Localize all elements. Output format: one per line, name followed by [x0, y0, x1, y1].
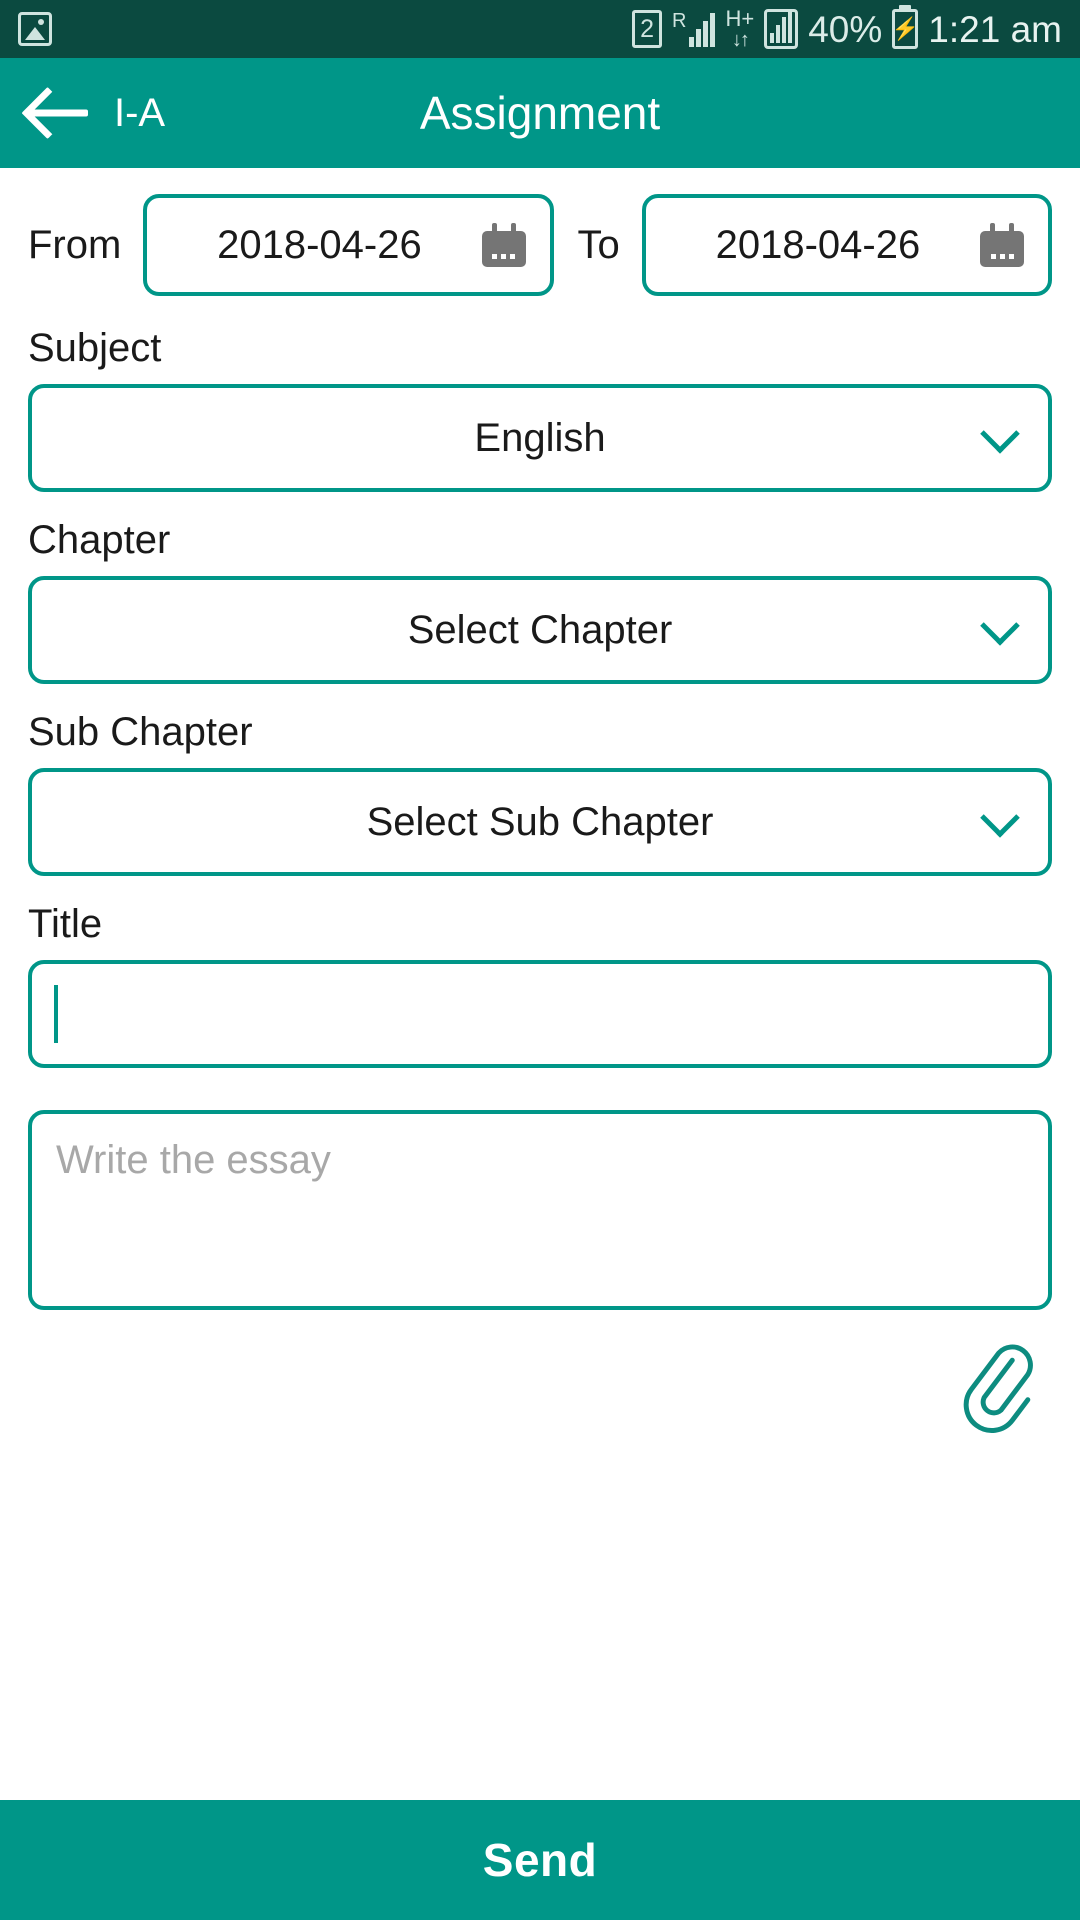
network-type-icon: H+ ↓↑: [725, 6, 755, 51]
status-bar: 2 R H+ ↓↑ 40% ⚡ 1:21 am: [0, 0, 1080, 58]
title-input[interactable]: [28, 960, 1052, 1068]
send-button[interactable]: Send: [0, 1800, 1080, 1920]
date-range-row: From 2018-04-26 To 2018-04-26: [28, 194, 1053, 296]
text-cursor: [54, 985, 58, 1043]
to-label: To: [577, 223, 620, 267]
sub-chapter-label: Sub Chapter: [28, 710, 253, 754]
attachment-row: [28, 1310, 1052, 1434]
roaming-indicator: R: [672, 10, 687, 32]
class-label: I-A: [114, 91, 166, 135]
sub-chapter-dropdown[interactable]: Select Sub Chapter: [28, 768, 1052, 876]
to-date-field[interactable]: 2018-04-26: [641, 194, 1053, 296]
paperclip-icon[interactable]: [948, 1338, 1044, 1434]
network-type-label: H+: [725, 6, 755, 31]
signal-strength-icon: [764, 9, 799, 49]
to-date-value: 2018-04-26: [715, 223, 921, 267]
title-field-group: Title: [28, 904, 1052, 1068]
subject-field-group: Subject English: [28, 328, 1052, 492]
battery-percent-label: 40%: [808, 8, 883, 50]
calendar-icon[interactable]: [481, 223, 526, 267]
status-bar-left: [18, 12, 52, 46]
essay-textarea[interactable]: Write the essay: [28, 1110, 1052, 1310]
image-icon: [18, 12, 52, 46]
app-screen: 2 R H+ ↓↑ 40% ⚡ 1:21 am I-A Assignment F…: [0, 0, 1080, 1920]
battery-icon: ⚡: [892, 9, 919, 49]
status-bar-right: 2 R H+ ↓↑ 40% ⚡ 1:21 am: [632, 8, 1062, 50]
sim-badge: 2: [632, 10, 663, 48]
sub-chapter-field-group: Sub Chapter Select Sub Chapter: [28, 712, 1052, 876]
clock-label: 1:21 am: [928, 8, 1062, 50]
from-date-field[interactable]: 2018-04-26: [143, 194, 554, 296]
chapter-value: Select Chapter: [407, 608, 673, 652]
sub-chapter-value: Select Sub Chapter: [366, 800, 714, 844]
from-date-value: 2018-04-26: [217, 223, 422, 267]
signal-bars-icon: [689, 11, 716, 47]
data-arrows-icon: ↓↑: [731, 29, 750, 51]
signal-icon: R: [672, 10, 716, 47]
calendar-icon[interactable]: [980, 223, 1025, 267]
form-content: From 2018-04-26 To 2018-04-26 Subject En…: [0, 168, 1080, 1800]
essay-placeholder: Write the essay: [56, 1138, 331, 1182]
subject-dropdown[interactable]: English: [28, 384, 1052, 492]
back-arrow-icon[interactable]: [28, 90, 90, 136]
chapter-field-group: Chapter Select Chapter: [28, 520, 1052, 684]
from-label: From: [28, 223, 122, 267]
subject-label: Subject: [28, 326, 162, 370]
chapter-label: Chapter: [28, 518, 171, 562]
title-label: Title: [28, 902, 103, 946]
chapter-dropdown[interactable]: Select Chapter: [28, 576, 1052, 684]
app-bar: I-A Assignment: [0, 58, 1080, 168]
back-button[interactable]: I-A: [28, 90, 165, 136]
subject-value: English: [474, 416, 606, 460]
